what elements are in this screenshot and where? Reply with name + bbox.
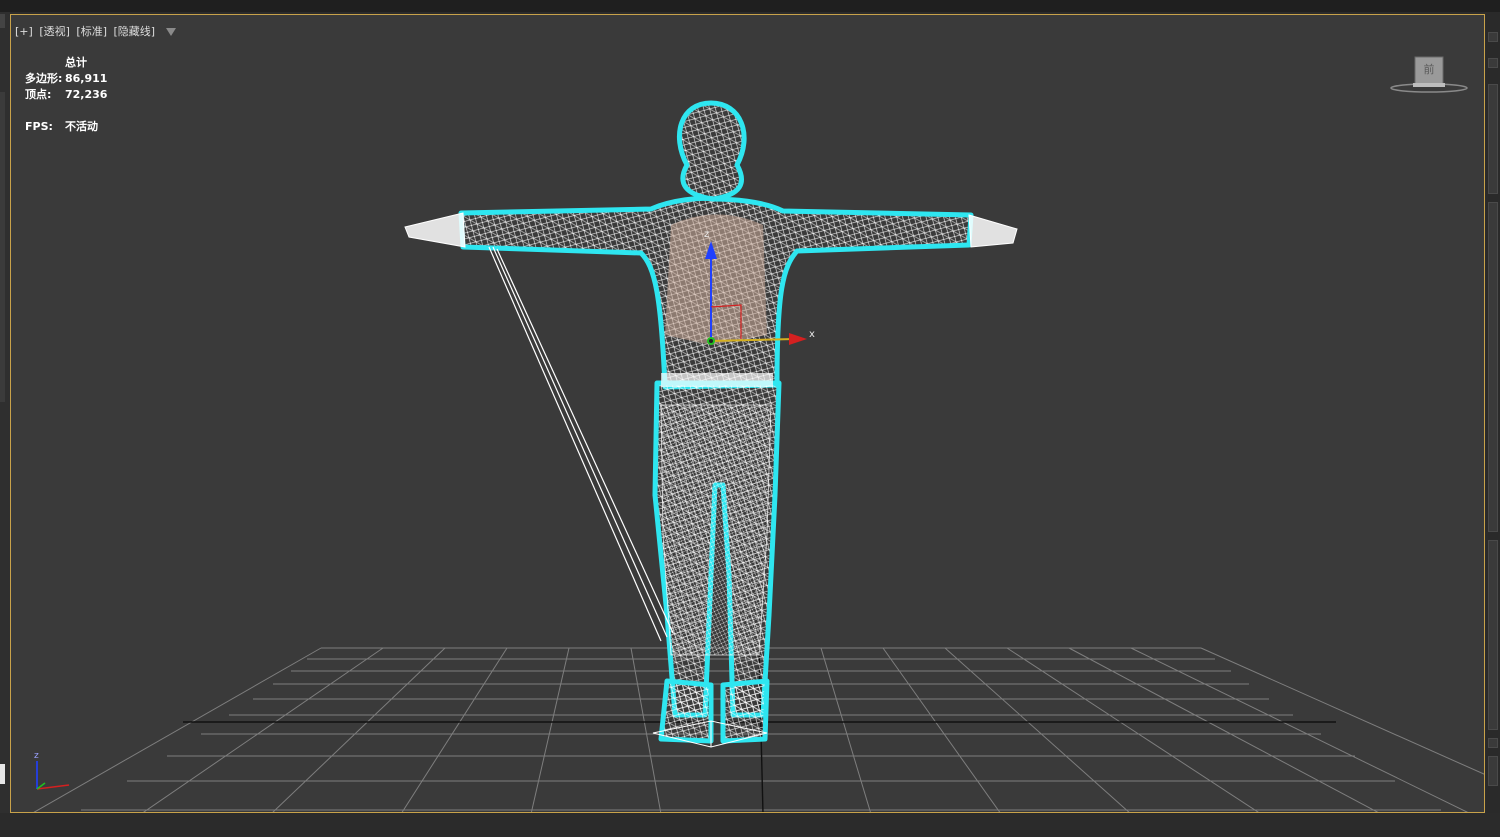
perspective-viewport[interactable]: x z z [+] [透视] [标准] [隐藏线] 总计 多边形: 86,911… xyxy=(10,14,1485,813)
panel-rollout[interactable] xyxy=(1488,202,1498,532)
viewport-label-menu[interactable]: [+] [透视] [标准] [隐藏线] xyxy=(15,23,179,39)
stats-vertices-value: 72,236 xyxy=(65,88,108,101)
gizmo-x-label: x xyxy=(809,329,815,340)
gizmo-z-label: z xyxy=(704,229,710,240)
viewport-menu-point-of-view[interactable]: [透视] xyxy=(39,25,70,38)
panel-button[interactable] xyxy=(1488,32,1498,42)
axis-tripod-z-label: z xyxy=(34,751,39,761)
axis-tripod xyxy=(36,761,70,790)
left-panel-scroll[interactable] xyxy=(0,92,5,402)
panel-button[interactable] xyxy=(1488,58,1498,68)
stats-vertices-label: 顶点: xyxy=(25,88,52,101)
stats-header: 总计 xyxy=(65,56,87,69)
stats-vertices-row: 顶点: 72,236 xyxy=(25,87,107,103)
stats-fps-label: FPS: xyxy=(25,120,53,133)
viewcube[interactable]: 前 xyxy=(1387,53,1471,95)
viewport-menu-shading[interactable]: [隐藏线] xyxy=(114,25,156,38)
stats-fps-row: FPS: 不活动 xyxy=(25,119,107,135)
panel-rollout[interactable] xyxy=(1488,540,1498,730)
panel-rollout[interactable] xyxy=(1488,84,1498,194)
top-toolbar-strip xyxy=(0,0,1500,12)
viewport-menu-standard[interactable]: [标准] xyxy=(76,25,107,38)
scene-canvas[interactable] xyxy=(11,15,1485,813)
character-wireframe-mesh[interactable] xyxy=(404,100,1018,748)
panel-button[interactable] xyxy=(1488,756,1498,786)
left-panel-handle[interactable] xyxy=(0,14,5,28)
stats-polygons-value: 86,911 xyxy=(65,72,108,85)
viewport-menu-general[interactable]: [+] xyxy=(15,25,33,38)
viewcube-face-label: 前 xyxy=(1423,63,1435,76)
stats-fps-value: 不活动 xyxy=(65,120,98,133)
stats-polygons-row: 多边形: 86,911 xyxy=(25,71,107,87)
command-panel-strip xyxy=(1486,12,1500,837)
panel-button[interactable] xyxy=(1488,738,1498,748)
left-panel-strip: c s t xyxy=(0,12,10,837)
scene-statistics: 总计 多边形: 86,911 顶点: 72,236 FPS: 不活动 xyxy=(25,55,107,135)
stats-polygons-label: 多边形: xyxy=(25,72,63,85)
filter-icon[interactable] xyxy=(165,28,176,36)
left-panel-indicator xyxy=(0,764,5,784)
bottom-strip xyxy=(0,813,1500,837)
